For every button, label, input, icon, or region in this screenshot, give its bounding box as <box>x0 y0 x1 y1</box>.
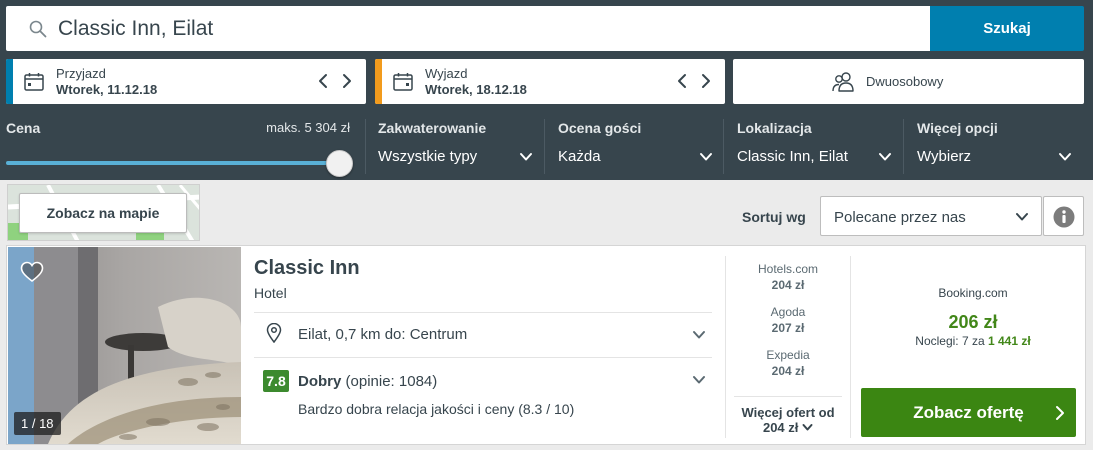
checkin-accent-stripe <box>6 59 13 104</box>
search-icon <box>29 20 47 38</box>
sort-info-button[interactable] <box>1043 196 1084 236</box>
hotel-type: Hotel <box>254 285 287 301</box>
photo-counter: 1 / 18 <box>14 412 61 435</box>
checkout-next-icon[interactable] <box>701 71 711 91</box>
partner-name: Hotels.com <box>757 262 819 276</box>
chevron-down-icon <box>520 153 532 161</box>
chevron-down-icon <box>879 153 891 161</box>
location-pin-icon <box>266 323 282 343</box>
calendar-icon <box>393 73 413 91</box>
checkout-date-picker[interactable]: Wyjazd Wtorek, 18.12.18 <box>375 59 725 104</box>
checkin-value: Wtorek, 11.12.18 <box>56 82 158 97</box>
hotel-info: Classic Inn Hotel Eilat, 0,7 km do: Cent… <box>254 246 712 444</box>
more-options-filter-title: Więcej opcji <box>917 120 998 136</box>
checkin-date-picker[interactable]: Przyjazd Wtorek, 11.12.18 <box>6 59 366 104</box>
rating-summary: Dobry (opinie: 1084) <box>298 373 437 390</box>
more-offers-price: 204 zł <box>762 420 799 435</box>
chevron-down-icon <box>700 153 712 161</box>
accommodation-filter[interactable]: Zakwaterowanie Wszystkie typy <box>378 120 533 165</box>
price-filter: Cena maks. 5 304 zł <box>6 120 353 177</box>
calendar-icon <box>24 73 44 91</box>
search-box <box>6 6 931 51</box>
partner-name: Agoda <box>770 305 806 319</box>
checkout-value: Wtorek, 18.12.18 <box>425 82 527 97</box>
search-button[interactable]: Szukaj <box>930 6 1084 51</box>
checkout-accent-stripe <box>375 59 382 104</box>
rating-row[interactable]: 7.8 Dobry (opinie: 1084) Bardzo dobra re… <box>254 358 712 443</box>
favorite-heart-icon[interactable] <box>20 261 44 283</box>
chevron-down-icon <box>1059 153 1071 161</box>
hotel-photo[interactable]: 1 / 18 <box>8 247 241 444</box>
search-panel: Szukaj Przyjazd Wtorek, 11.12.18 Wyjazd … <box>0 0 1093 180</box>
chevron-down-icon <box>693 331 705 339</box>
rating-score-badge: 7.8 <box>263 370 289 392</box>
view-deal-button[interactable]: Zobacz ofertę <box>861 388 1076 437</box>
location-row[interactable]: Eilat, 0,7 km do: Centrum <box>254 313 712 357</box>
search-input[interactable] <box>58 6 918 51</box>
partner-offer[interactable]: Hotels.com 204 zł <box>726 262 850 292</box>
checkout-prev-icon[interactable] <box>677 71 687 91</box>
partner-price: 204 zł <box>771 364 805 378</box>
checkin-next-icon[interactable] <box>342 71 352 91</box>
deal-price[interactable]: 206 zł <box>861 312 1085 333</box>
location-filter-value: Classic Inn, Eilat <box>737 148 848 165</box>
best-deal: Booking.com 206 zł Noclegi: 7 za 1 441 z… <box>861 246 1085 444</box>
deal-site-name[interactable]: Booking.com <box>861 286 1085 300</box>
partner-name: Expedia <box>766 348 810 362</box>
checkout-label: Wyjazd <box>425 66 468 81</box>
filter-divider <box>723 119 724 174</box>
filter-divider <box>365 119 366 174</box>
more-options-filter[interactable]: Więcej opcji Wybierz <box>917 120 1072 165</box>
guest-rating-filter-title: Ocena gości <box>558 120 642 136</box>
deal-nights-prefix: Noclegi: 7 za <box>915 334 985 348</box>
partner-price: 204 zł <box>771 278 805 292</box>
deal-total-price: 1 441 zł <box>988 334 1031 348</box>
partner-prices: Hotels.com 204 zł Agoda 207 zł Expedia 2… <box>725 256 851 438</box>
filter-divider <box>544 119 545 174</box>
guest-rating-filter[interactable]: Ocena gości Każda <box>558 120 713 165</box>
checkin-prev-icon[interactable] <box>318 71 328 91</box>
location-text: Eilat, 0,7 km do: Centrum <box>298 326 468 343</box>
rating-label: Dobry <box>298 373 342 390</box>
sort-select-value: Polecane przez nas <box>834 209 966 226</box>
guest-rating-filter-value: Każda <box>558 148 601 165</box>
accommodation-filter-value: Wszystkie typy <box>378 148 478 165</box>
partner-offer[interactable]: Expedia 204 zł <box>726 348 850 378</box>
show-on-map-button[interactable]: Zobacz na mapie <box>19 193 187 233</box>
location-filter-title: Lokalizacja <box>737 120 812 136</box>
deal-nights-total: Noclegi: 7 za 1 441 zł <box>861 334 1085 348</box>
partner-offer[interactable]: Agoda 207 zł <box>726 305 850 335</box>
filters-bar: Cena maks. 5 304 zł Zakwaterowanie Wszys… <box>0 112 1093 180</box>
price-slider-track[interactable] <box>6 161 332 165</box>
sort-label: Sortuj wg <box>742 209 806 225</box>
view-deal-label: Zobacz ofertę <box>913 402 1024 422</box>
chevron-down-icon <box>1016 213 1028 221</box>
more-offers-label: Więcej ofert od <box>741 405 835 420</box>
more-options-filter-value: Wybierz <box>917 148 972 165</box>
rating-review-count: (opinie: 1084) <box>345 373 438 390</box>
info-icon <box>1053 206 1075 228</box>
room-type-label: Dwuosobowy <box>866 74 944 89</box>
room-type-button[interactable]: Dwuosobowy <box>733 59 1084 104</box>
guests-icon <box>832 72 854 92</box>
chevron-down-icon <box>693 376 705 384</box>
price-slider-handle[interactable] <box>326 150 353 177</box>
partner-price: 207 zł <box>771 321 805 335</box>
sort-select[interactable]: Polecane przez nas <box>820 196 1042 236</box>
hotel-name[interactable]: Classic Inn <box>254 257 360 280</box>
chevron-right-icon <box>1056 406 1064 420</box>
rating-value-description: Bardzo dobra relacja jakości i ceny (8.3… <box>298 401 575 417</box>
more-offers-link[interactable]: Więcej ofert od 204 zł <box>734 396 842 435</box>
checkin-label: Przyjazd <box>56 66 106 81</box>
hotel-result-card: 1 / 18 Classic Inn Hotel Eilat, 0,7 km d… <box>6 245 1086 445</box>
chevron-down-icon <box>802 424 813 431</box>
accommodation-filter-title: Zakwaterowanie <box>378 120 487 136</box>
price-max-label: maks. 5 304 zł <box>266 120 350 135</box>
filter-divider <box>903 119 904 174</box>
location-filter[interactable]: Lokalizacja Classic Inn, Eilat <box>737 120 892 165</box>
